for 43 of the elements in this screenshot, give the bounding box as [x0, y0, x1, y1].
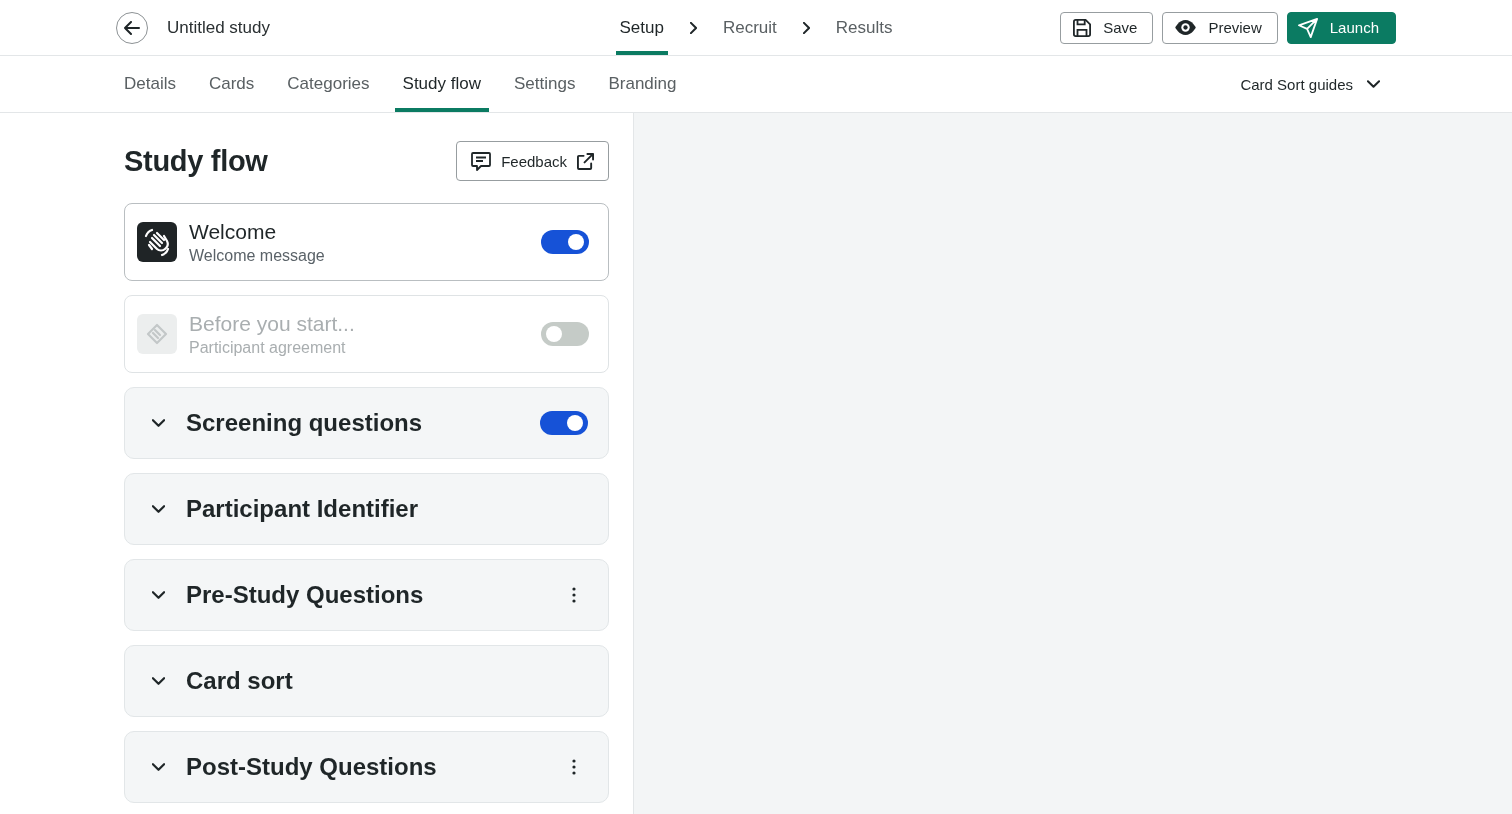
chevron-down-icon — [1367, 80, 1380, 88]
chevron-down-icon[interactable] — [152, 505, 165, 513]
step-subtitle: Welcome message — [189, 246, 326, 265]
nav-tab[interactable]: Cards — [200, 56, 263, 112]
toggle-switch[interactable] — [540, 411, 588, 435]
chevron-right-icon — [802, 21, 810, 34]
feedback-button[interactable]: Feedback — [456, 141, 609, 181]
step-tab[interactable]: Recruit — [718, 0, 781, 55]
save-button[interactable]: Save — [1060, 11, 1154, 44]
nav-tab[interactable]: Categories — [279, 56, 378, 112]
toggle-switch[interactable] — [541, 230, 589, 254]
step-title: Welcome — [189, 219, 278, 244]
launch-button[interactable]: Launch — [1286, 11, 1396, 44]
vertical-ellipsis-icon[interactable] — [572, 587, 576, 603]
nav-tab[interactable]: Branding — [600, 56, 685, 112]
step-subtitle: Participant agreement — [189, 338, 347, 357]
section-title: Post-Study Questions — [186, 753, 438, 781]
section-title: Pre-Study Questions — [186, 581, 425, 609]
section-title: Card sort — [186, 667, 294, 695]
arrow-left-icon — [124, 20, 140, 35]
chevron-down-icon[interactable] — [152, 591, 165, 599]
chevron-down-icon[interactable] — [152, 677, 165, 685]
section-title: Participant Identifier — [186, 495, 420, 523]
paper-plane-icon — [1297, 17, 1318, 38]
message-icon — [471, 151, 492, 171]
chevron-down-icon[interactable] — [152, 419, 165, 427]
eye-icon — [1175, 20, 1197, 35]
chevron-right-icon — [689, 21, 697, 34]
nav-tab[interactable]: Details — [116, 56, 184, 112]
waving-hand-icon — [137, 222, 177, 262]
study-title: Untitled study — [167, 17, 270, 38]
step-title: Before you start... — [189, 311, 356, 336]
back-button[interactable] — [116, 11, 148, 44]
section-title: Screening questions — [186, 409, 424, 437]
chevron-down-icon[interactable] — [152, 763, 165, 771]
step-tab[interactable]: Results — [831, 0, 897, 55]
guides-dropdown[interactable]: Card Sort guides — [1240, 56, 1380, 112]
preview-button[interactable]: Preview — [1162, 11, 1278, 44]
nav-tab[interactable]: Settings — [506, 56, 584, 112]
toggle-switch[interactable] — [541, 322, 589, 346]
panel-title: Study flow — [124, 144, 268, 178]
vertical-ellipsis-icon[interactable] — [572, 759, 576, 775]
external-link-icon — [577, 152, 594, 170]
